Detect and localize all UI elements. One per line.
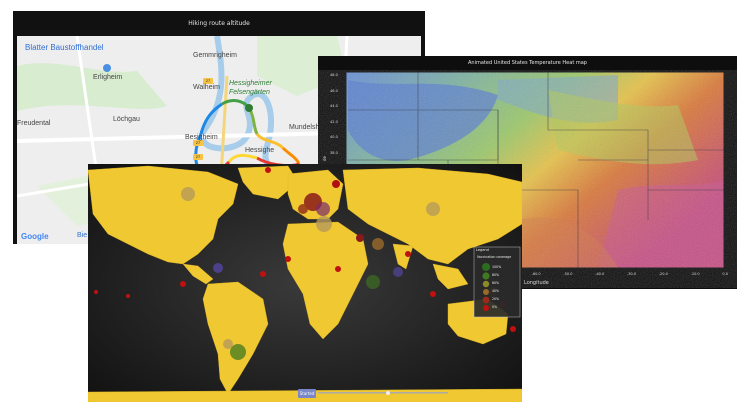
road-badge: 27 — [205, 78, 211, 83]
legend-item: 100% — [492, 265, 502, 269]
x-tick: -40.0 — [595, 272, 605, 276]
legend-item: 40% — [492, 289, 500, 293]
place-freudental: Freudental — [17, 120, 51, 127]
legend-items: 100% 80% 60% 40% 20% 0% — [492, 263, 501, 311]
legend-item: 80% — [492, 273, 500, 277]
place-hessigheim: Hessighe — [245, 147, 275, 154]
y-axis-label: de — [322, 156, 327, 161]
world-map[interactable] — [88, 164, 522, 402]
y-tick: 40.0 — [330, 135, 338, 139]
google-logo: Google — [21, 232, 49, 241]
place-gemmrigheim: Gemmrigheim — [193, 52, 237, 59]
x-tick: -10.0 — [690, 272, 700, 276]
place-erligheim: Erligheim — [93, 74, 123, 81]
y-tick: 46.0 — [330, 88, 338, 93]
legend-subtitle: Vaccination coverage — [477, 255, 512, 259]
x-axis-label: Longitude — [524, 280, 549, 286]
x-tick: -50.0 — [563, 272, 573, 276]
y-tick: 42.0 — [330, 119, 338, 124]
y-tick: 44.0 — [330, 104, 338, 108]
place-felsengarten-1: Hessigheimer — [229, 80, 272, 87]
y-tick: 48.0 — [330, 73, 338, 77]
window-title: Hiking route altitude — [13, 11, 425, 36]
legend-item: 0% — [492, 305, 498, 309]
x-tick: -20.0 — [658, 272, 668, 276]
legend-title: Legend — [476, 248, 489, 252]
place-lochgau: Löchgau — [113, 116, 140, 123]
legend-item: 60% — [492, 281, 500, 285]
x-tick: -60.0 — [531, 272, 541, 276]
x-tick: -30.0 — [626, 272, 637, 276]
place-bietigheim: Bie — [77, 232, 88, 239]
window-title: Animated United States Temperature Heat … — [318, 56, 737, 70]
heat-title: Animated United States Temperature Heat … — [468, 60, 587, 66]
hike-title: Hiking route altitude — [188, 20, 250, 27]
play-button[interactable]: Started — [298, 389, 316, 398]
road-badge: 27 — [195, 154, 201, 159]
place-blatter: Blatter Baustoffhandel — [25, 43, 104, 52]
world-map-window: Legend Vaccination coverage 100% 80% 60%… — [88, 164, 522, 402]
legend-item: 20% — [492, 297, 500, 301]
place-felsengarten-2: Felsengärten — [229, 89, 270, 96]
place-walheim: Walheim — [193, 84, 220, 91]
x-tick: 0.0 — [722, 272, 728, 276]
place-mundelsheim: Mundelsh — [289, 124, 320, 131]
y-tick: 38.0 — [330, 150, 338, 155]
road-badge: 27 — [195, 140, 201, 145]
